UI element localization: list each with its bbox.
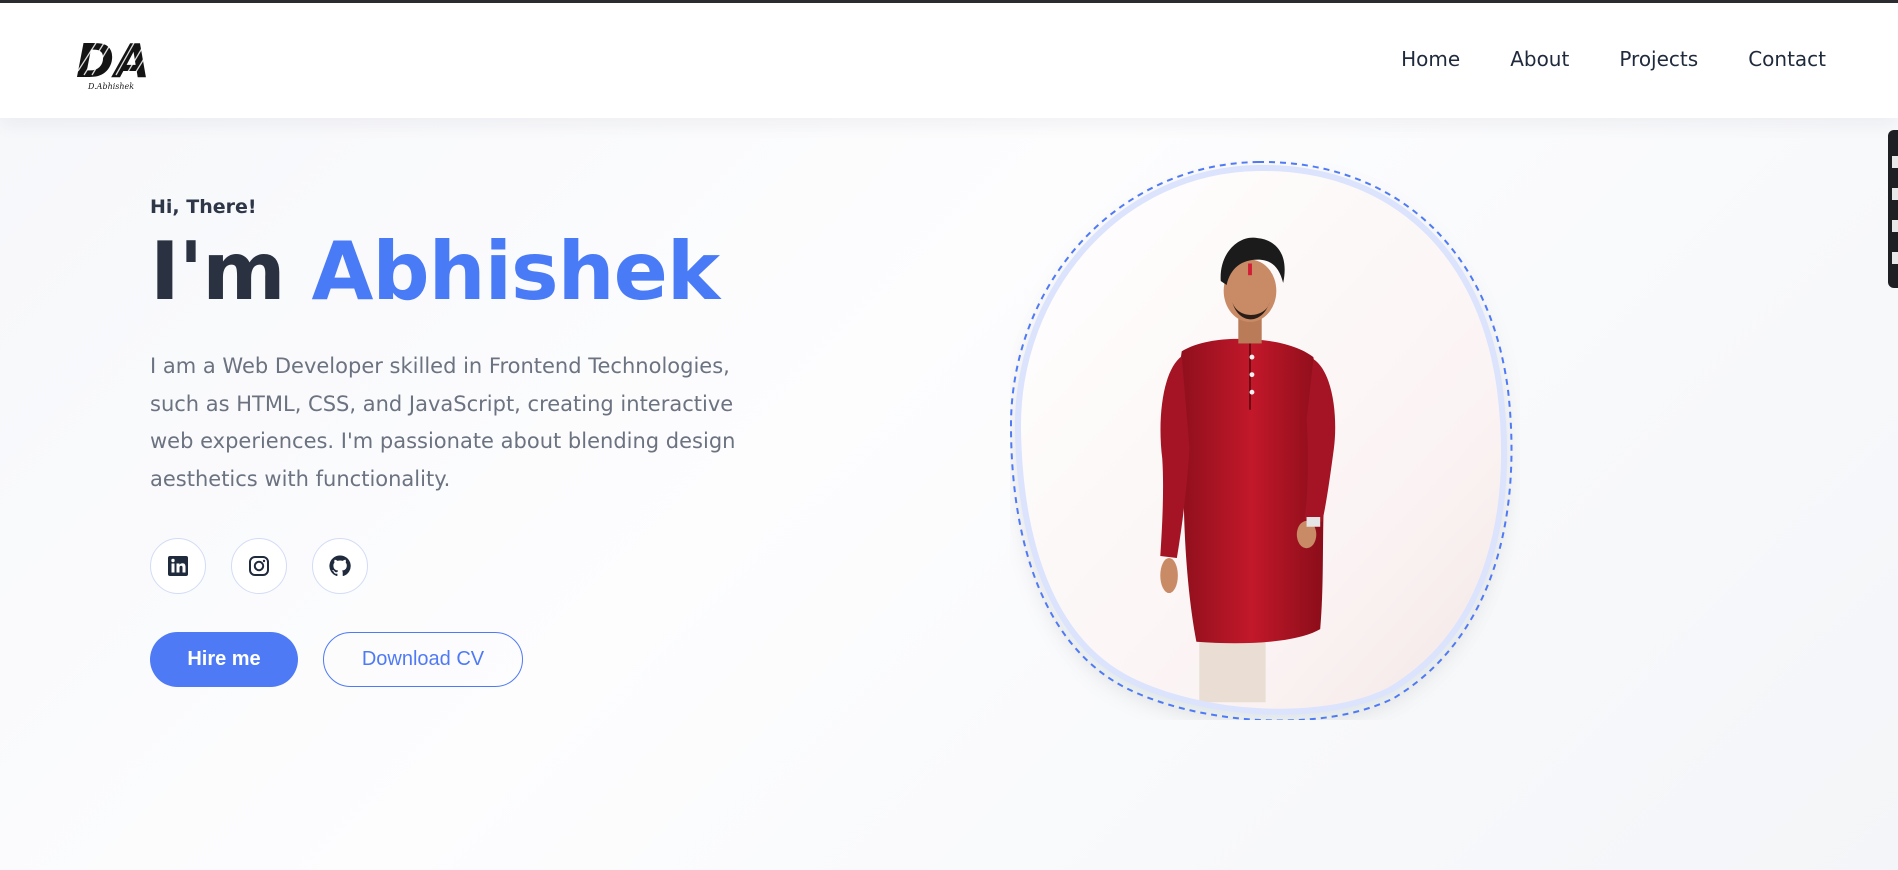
- instagram-link[interactable]: [231, 538, 287, 594]
- profile-photo: [1017, 167, 1505, 712]
- github-link[interactable]: [312, 538, 368, 594]
- site-logo[interactable]: DA D.Abhishek: [74, 31, 160, 93]
- nav-about[interactable]: About: [1510, 47, 1569, 71]
- social-links: [150, 538, 790, 594]
- headline-name: Abhishek: [311, 225, 720, 318]
- hero-description: I am a Web Developer skilled in Frontend…: [150, 354, 736, 491]
- profile-photo-frame: [1009, 160, 1520, 722]
- hero-actions: Hire me Download CV: [150, 632, 790, 687]
- side-toolbar[interactable]: [1888, 130, 1898, 288]
- logo-signature: D.Abhishek: [87, 82, 134, 91]
- hire-me-button[interactable]: Hire me: [150, 632, 298, 687]
- hero-headline: I'm Abhishek: [150, 224, 790, 320]
- hero-intro: Hi, There! I'm Abhishek I am a Web Devel…: [150, 196, 790, 687]
- nav-projects[interactable]: Projects: [1619, 47, 1698, 71]
- download-cv-button[interactable]: Download CV: [323, 632, 523, 687]
- instagram-icon: [249, 556, 269, 576]
- linkedin-icon: [168, 556, 188, 576]
- navbar: DA D.Abhishek Home About Projects Contac…: [0, 3, 1898, 118]
- linkedin-link[interactable]: [150, 538, 206, 594]
- logo-wordmark: DA: [76, 34, 150, 88]
- nav-contact[interactable]: Contact: [1748, 47, 1826, 71]
- main-nav: Home About Projects Contact: [1401, 47, 1826, 71]
- nav-home[interactable]: Home: [1401, 47, 1460, 71]
- headline-prefix: I'm: [150, 225, 286, 318]
- github-icon: [329, 555, 351, 577]
- greeting: Hi, There!: [150, 196, 257, 218]
